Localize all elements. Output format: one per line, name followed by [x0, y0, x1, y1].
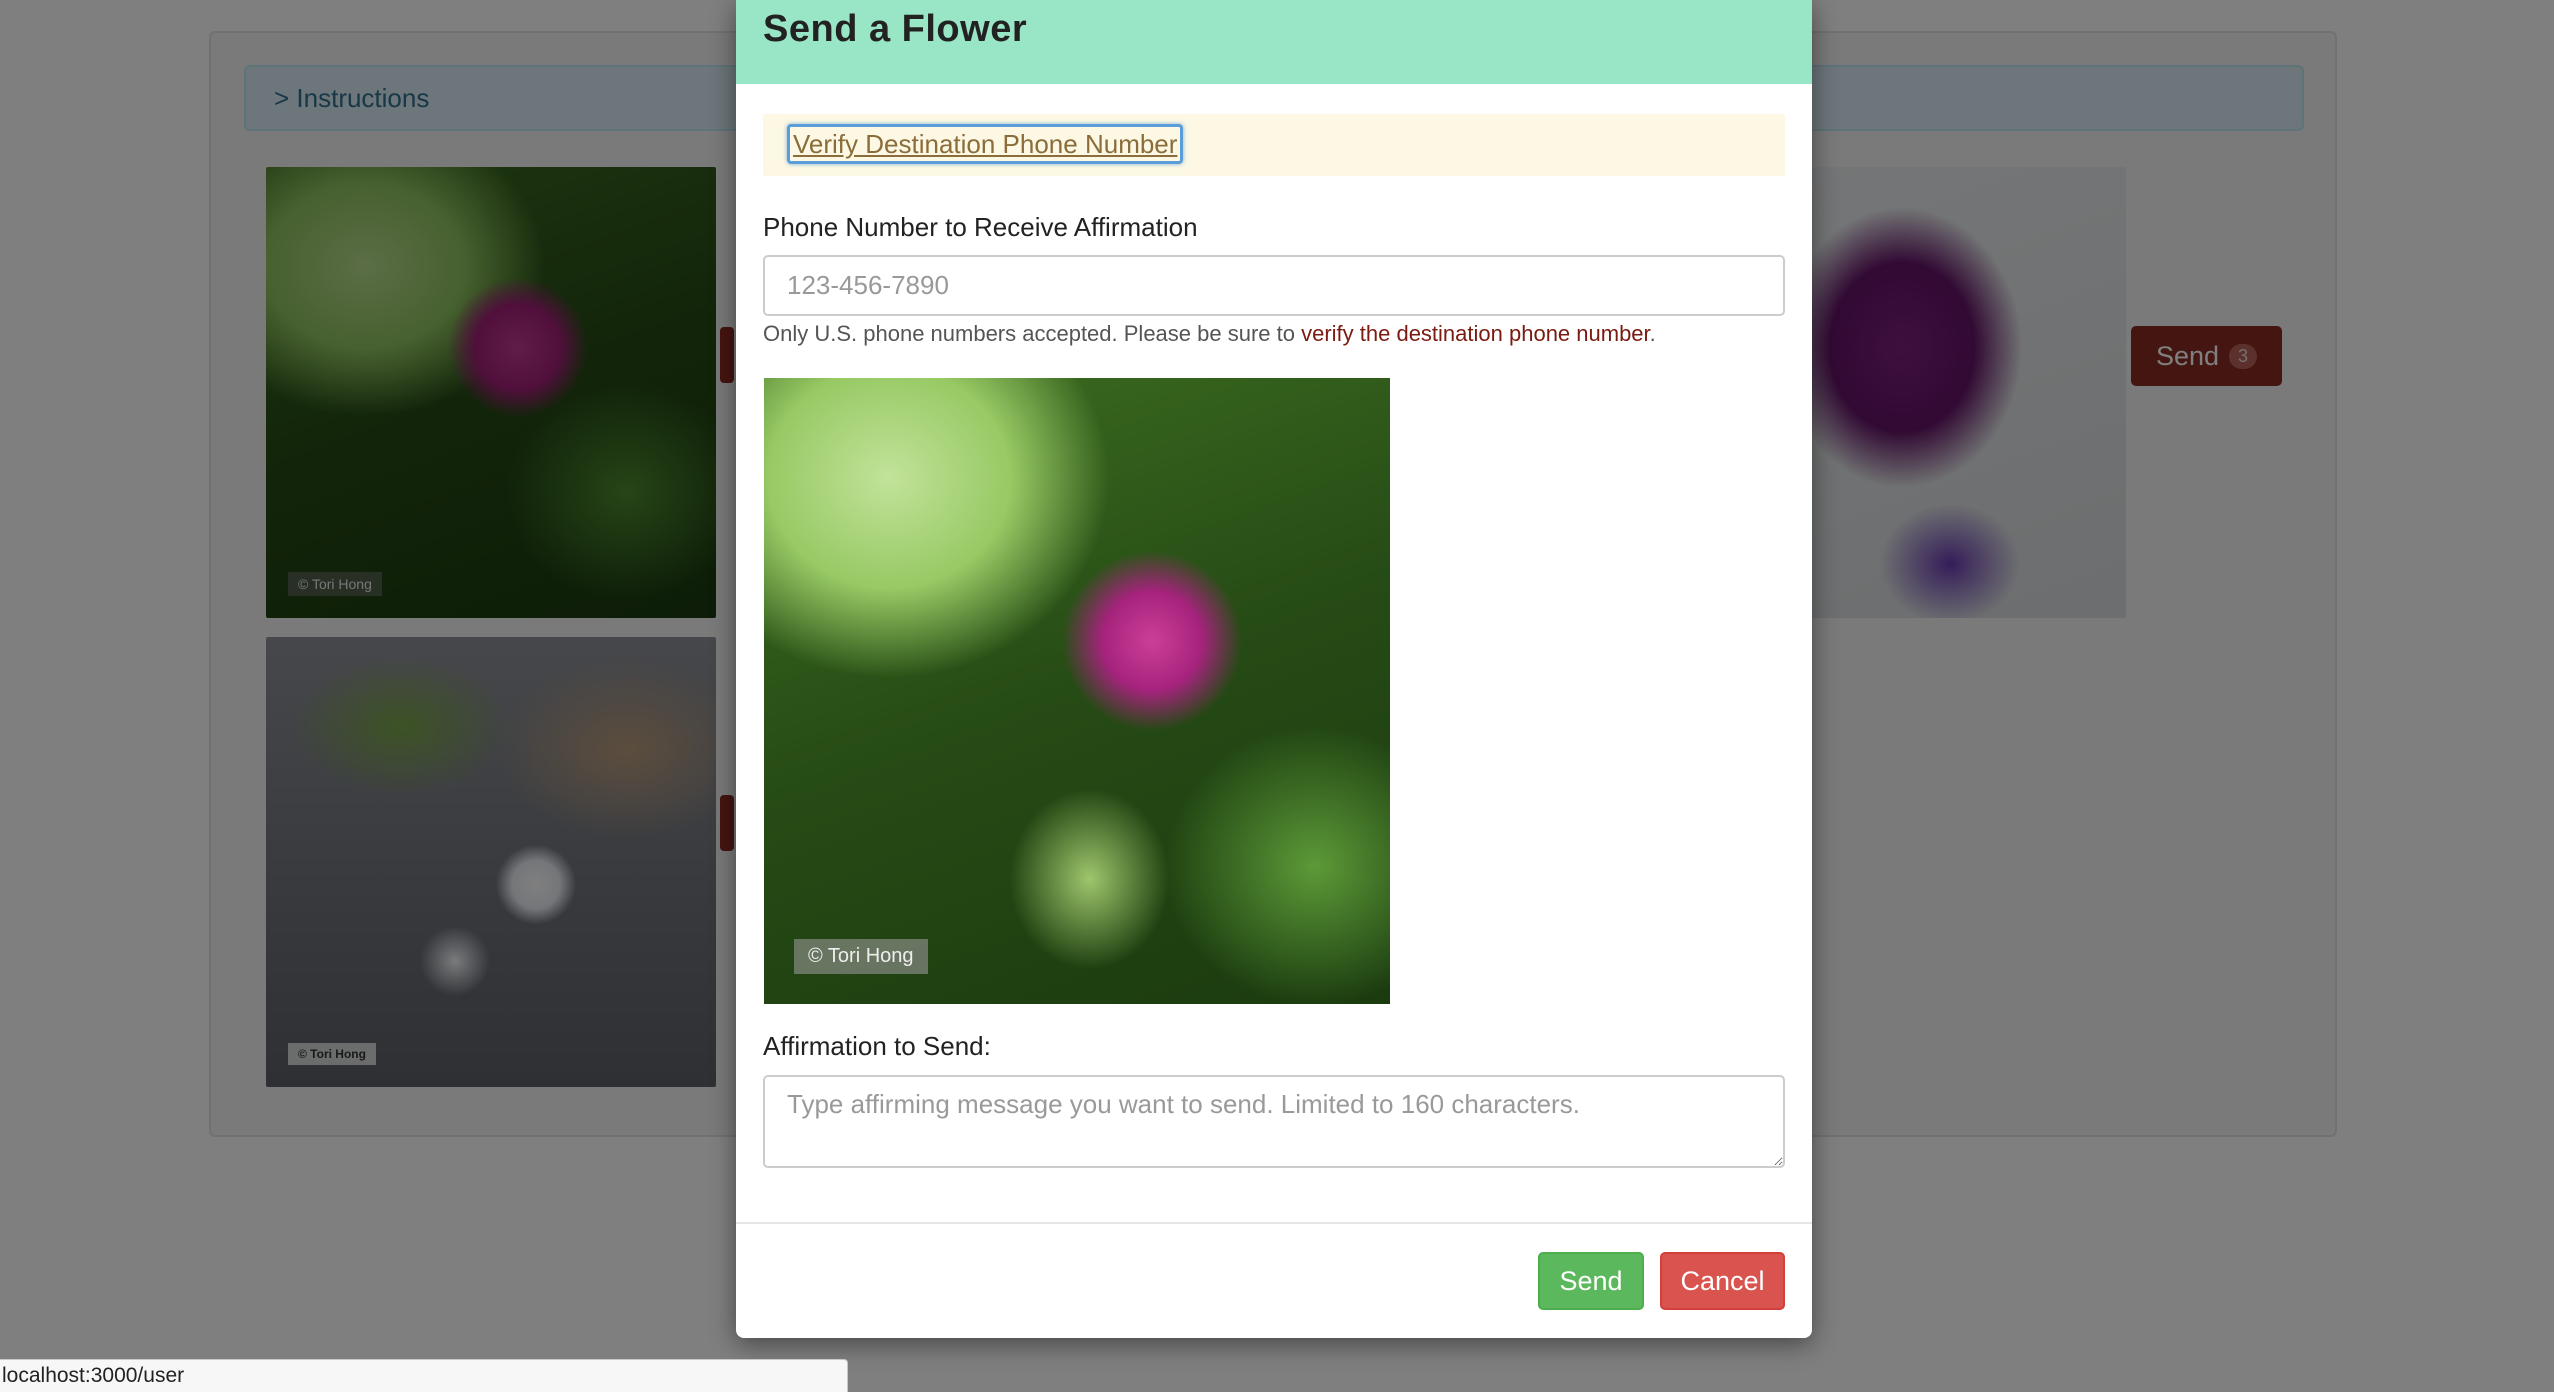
browser-status-url: localhost:3000/user: [0, 1359, 848, 1392]
phone-number-label: Phone Number to Receive Affirmation: [763, 212, 1198, 242]
help-text-prefix: Only U.S. phone numbers accepted. Please…: [763, 321, 1302, 346]
affirmation-label: Affirmation to Send:: [763, 1031, 991, 1061]
cancel-button[interactable]: Cancel: [1660, 1252, 1785, 1310]
modal-header: Send a Flower: [736, 0, 1812, 84]
send-button[interactable]: Send: [1538, 1252, 1644, 1310]
phone-number-input[interactable]: [763, 255, 1785, 316]
affirmation-textarea[interactable]: [763, 1075, 1785, 1168]
photo-watermark: © Tori Hong: [794, 939, 928, 974]
send-flower-modal: Send a Flower Verify Destination Phone N…: [736, 0, 1812, 1338]
help-text-suffix: .: [1649, 321, 1656, 346]
verify-alert: Verify Destination Phone Number: [763, 114, 1785, 176]
modal-title: Send a Flower: [763, 8, 1028, 50]
selected-flower-photo: © Tori Hong: [764, 378, 1390, 1004]
phone-help-text: Only U.S. phone numbers accepted. Please…: [763, 321, 1656, 347]
modal-footer-divider: [736, 1222, 1812, 1224]
verify-destination-link[interactable]: Verify Destination Phone Number: [787, 124, 1184, 164]
verify-phone-help-link[interactable]: verify the destination phone number: [1301, 321, 1650, 346]
